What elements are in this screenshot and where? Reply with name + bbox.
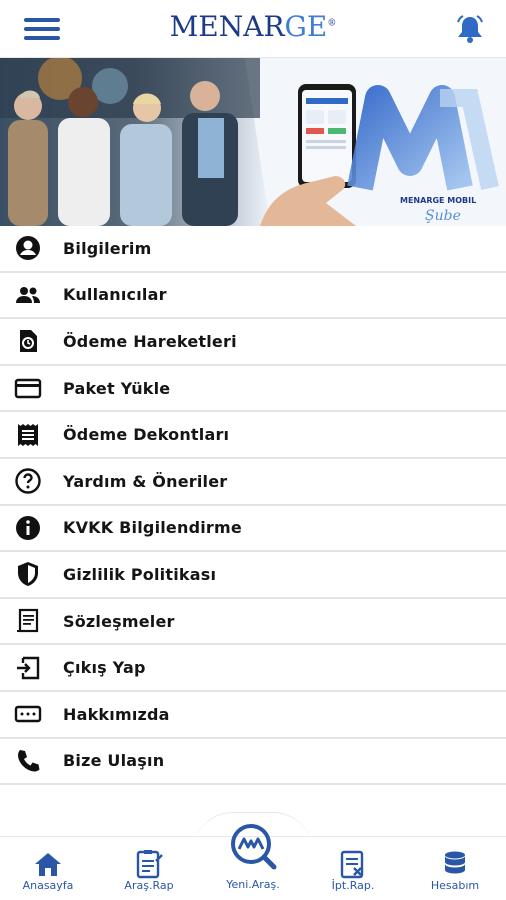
menu-item-cikis-yap[interactable]: Çıkış Yap [0, 645, 506, 692]
nav-label: Hesabım [430, 879, 480, 892]
cancel-report-icon [340, 850, 364, 879]
menu-item-label: KVKK Bilgilendirme [63, 518, 242, 538]
menu-item-yardim-oneriler[interactable]: Yardım & Öneriler [0, 458, 506, 506]
nav-anasayfa[interactable]: Anasayfa [0, 837, 98, 900]
menu-item-label: Ödeme Hareketleri [63, 331, 237, 351]
shield-icon [18, 562, 38, 587]
info-icon [16, 515, 40, 540]
menarge-logo: MENARGE® [169, 10, 337, 43]
menu-item-hakkimizda[interactable]: Hakkımızda [0, 691, 506, 739]
home-icon [35, 853, 61, 876]
promo-banner: MENARGE MOBIL Şube [0, 58, 506, 226]
logout-icon [17, 656, 40, 679]
help-icon [15, 468, 41, 494]
phone-icon [18, 749, 40, 772]
menu-item-kvkk[interactable]: KVKK Bilgilendirme [0, 505, 506, 553]
nav-ipt-rap[interactable]: İpt.Rap. [303, 837, 403, 900]
menu-item-bize-ulasin[interactable]: Bize Ulaşın [0, 738, 506, 786]
menu-item-label: Paket Yükle [63, 378, 171, 398]
menu-item-label: Gizlilik Politikası [63, 564, 217, 584]
about-icon [14, 706, 42, 723]
menu-item-sozlesmeler[interactable]: Sözleşmeler [0, 598, 506, 646]
app-header: MENARGE® [0, 0, 506, 58]
nav-label: Araş.Rap [124, 879, 174, 892]
menu-item-label: Hakkımızda [63, 704, 170, 724]
nav-hesabim[interactable]: Hesabım [405, 837, 505, 900]
users-icon [16, 286, 40, 303]
menu-item-label: Çıkış Yap [63, 658, 146, 678]
menu-item-bilgilerim[interactable]: Bilgilerim [0, 226, 506, 273]
report-icon [136, 850, 163, 879]
database-icon [445, 851, 465, 874]
menu-item-odeme-dekontlari[interactable]: Ödeme Dekontları [0, 412, 506, 459]
contract-icon [17, 608, 39, 633]
menu-item-label: Kullanıcılar [63, 285, 167, 305]
nav-label-yeni-aras[interactable]: Yeni.Araş. [203, 878, 303, 891]
nav-label: Anasayfa [22, 879, 74, 892]
nav-label: İpt.Rap. [331, 879, 375, 892]
menu-item-label: Bilgilerim [63, 238, 152, 258]
menu-item-kullanicilar[interactable]: Kullanıcılar [0, 272, 506, 320]
menu-item-paket-yukle[interactable]: Paket Yükle [0, 365, 506, 413]
new-search-icon[interactable] [227, 822, 283, 870]
menu-item-label: Bize Ulaşın [63, 751, 165, 771]
menu-item-odeme-hareketleri[interactable]: Ödeme Hareketleri [0, 319, 506, 366]
credit-card-icon [14, 378, 42, 399]
settings-menu: Bilgilerim Kullanıcılar Ödeme Hareketler… [0, 226, 506, 786]
menu-item-label: Sözleşmeler [63, 611, 175, 631]
notification-bell-icon[interactable] [454, 14, 486, 44]
menu-item-label: Yardım & Öneriler [63, 471, 228, 491]
account-circle-icon [16, 236, 40, 261]
banner-brand-text: MENARGE MOBIL [400, 196, 476, 205]
receipt-icon [18, 423, 38, 446]
banner-brand-script: Şube [425, 208, 461, 224]
nav-aras-rap[interactable]: Araş.Rap [99, 837, 199, 900]
menu-item-label: Ödeme Dekontları [63, 425, 230, 445]
banner-illustration: MENARGE MOBIL Şube [0, 58, 506, 226]
payment-history-icon [20, 330, 37, 353]
menu-item-gizlilik[interactable]: Gizlilik Politikası [0, 552, 506, 599]
